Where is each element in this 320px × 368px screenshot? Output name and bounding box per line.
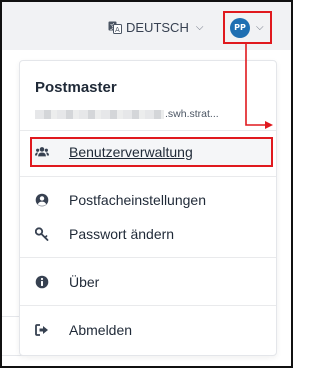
divider <box>20 130 276 131</box>
menu-item-change-password[interactable]: Passwort ändern <box>35 226 174 242</box>
menu-item-label: Abmelden <box>69 322 133 338</box>
translate-icon: 文 A <box>108 21 122 34</box>
menu-item-mailbox-settings[interactable]: Postfacheinstellungen <box>35 192 206 208</box>
menu-item-about[interactable]: Über <box>35 274 99 290</box>
key-icon <box>35 227 49 241</box>
menu-item-user-management[interactable]: Benutzerverwaltung <box>30 137 273 167</box>
avatar: PP <box>230 17 250 38</box>
users-icon <box>35 147 49 157</box>
divider <box>20 305 276 306</box>
user-menu-button[interactable]: PP ⌵ <box>223 11 272 44</box>
user-circle-icon <box>35 193 49 207</box>
language-label: DEUTSCH <box>126 19 189 35</box>
top-bar: 文 A DEUTSCH ⌵ PP ⌵ <box>2 2 291 50</box>
menu-item-logout[interactable]: Abmelden <box>35 322 132 338</box>
sign-out-icon <box>35 324 48 336</box>
menu-item-label: Benutzerverwaltung <box>69 144 193 160</box>
menu-item-label: Über <box>69 274 100 290</box>
menu-item-label: Passwort ändern <box>69 226 175 242</box>
menu-item-label: Postfacheinstellungen <box>69 192 206 208</box>
divider <box>20 257 276 258</box>
redacted-email-prefix <box>35 109 164 119</box>
info-icon <box>35 275 49 289</box>
divider <box>20 176 276 177</box>
chevron-down-icon: ⌵ <box>195 21 204 33</box>
email-suffix: .swh.strat... <box>165 108 219 120</box>
chevron-down-icon: ⌵ <box>256 22 264 33</box>
user-name: Postmaster <box>35 79 117 96</box>
language-switcher[interactable]: 文 A DEUTSCH ⌵ <box>108 17 203 37</box>
user-dropdown-menu: Postmaster .swh.strat... Benutzerverwalt… <box>19 60 277 356</box>
svg-text:A: A <box>115 26 120 34</box>
user-email: .swh.strat... <box>35 108 219 120</box>
